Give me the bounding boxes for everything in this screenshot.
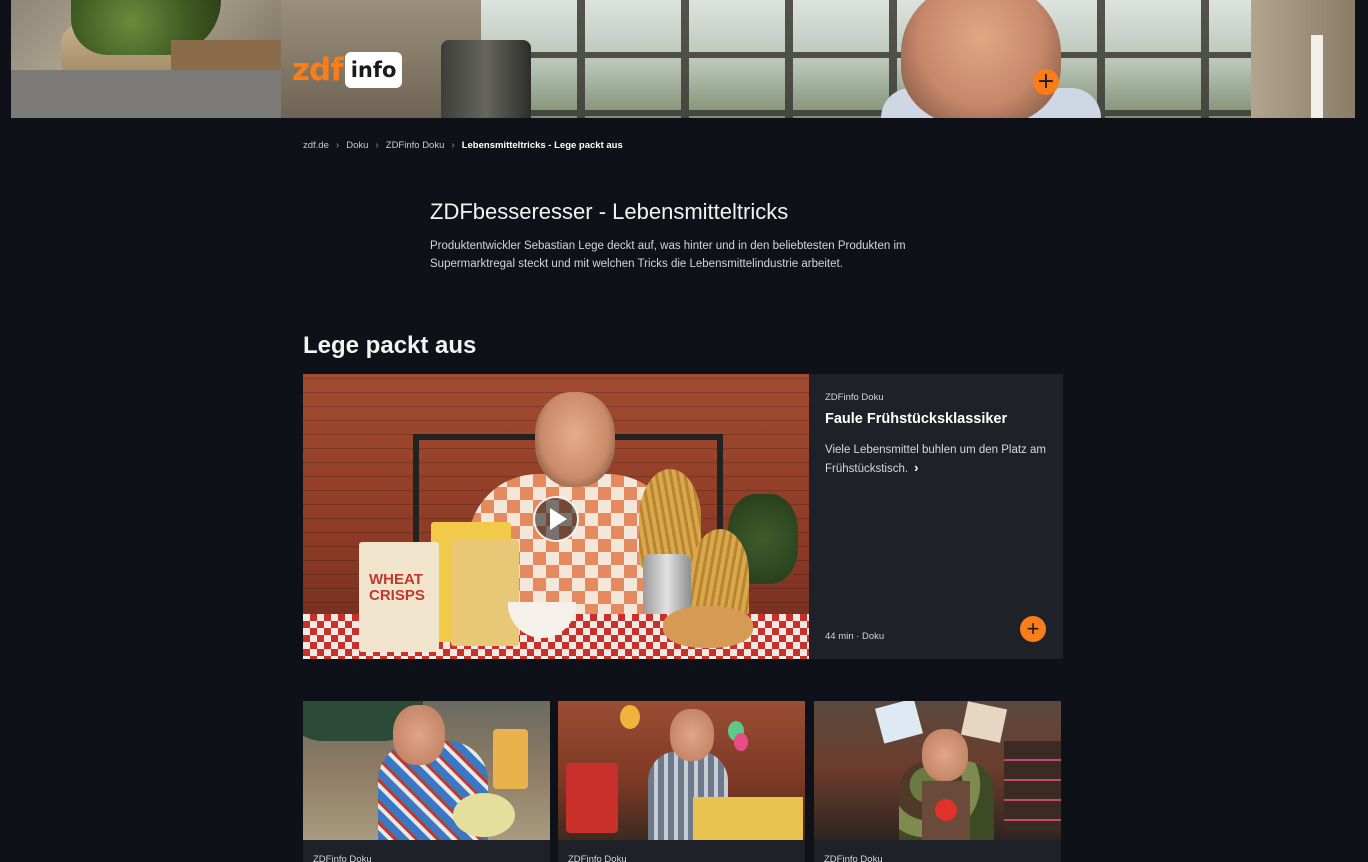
thumb-balloon	[620, 705, 640, 729]
cereal-box-text: WHEAT CRISPS	[369, 571, 425, 604]
episode-channel: ZDFinfo Doku	[313, 854, 372, 862]
thumb-tub	[493, 729, 528, 789]
episode-card[interactable]: ZDFinfo Doku	[558, 701, 805, 862]
episode-thumbnail[interactable]	[814, 701, 1061, 840]
thumb-cereal-box: WHEAT CRISPS	[359, 542, 439, 652]
play-icon	[550, 508, 567, 530]
chevron-right-icon: ›	[914, 460, 919, 475]
episode-card[interactable]: ZDFinfo Doku	[303, 701, 550, 862]
hero-image-presenter	[901, 0, 1061, 118]
plus-icon: +	[1026, 616, 1040, 641]
thumb-presenter-head	[535, 392, 615, 487]
breadcrumb-item-zdf[interactable]: zdf.de	[303, 140, 329, 151]
logo-zdf-text: zdf	[292, 52, 344, 88]
episode-channel: ZDFinfo Doku	[824, 854, 883, 862]
chevron-right-icon: ›	[451, 140, 455, 151]
hero-image-candle	[1311, 35, 1323, 118]
thumb-product	[453, 793, 515, 837]
hero-banner: +	[11, 0, 1355, 118]
featured-description-text: Viele Lebensmittel buhlen um den Platz a…	[825, 444, 1046, 475]
play-button[interactable]	[533, 496, 579, 542]
episode-card[interactable]: ZDFinfo Doku	[814, 701, 1061, 862]
breadcrumb-item-current: Lebensmitteltricks - Lege packt aus	[461, 140, 623, 151]
featured-channel: ZDFinfo Doku	[825, 392, 884, 403]
thumb-popcorn-machine	[566, 763, 618, 833]
page-description: Produktentwickler Sebastian Lege deckt a…	[430, 240, 906, 270]
breadcrumb-item-doku[interactable]: Doku	[346, 140, 368, 151]
thumb-flying-box	[875, 701, 923, 744]
hero-image-window-bars	[481, 0, 1281, 118]
thumb-shelf	[1004, 741, 1061, 831]
breadcrumb: zdf.de › Doku › ZDFinfo Doku › Lebensmit…	[303, 140, 623, 151]
thumb-presenter-head	[670, 709, 714, 761]
thumb-cereal-box-3	[451, 540, 519, 646]
episode-channel: ZDFinfo Doku	[568, 854, 627, 862]
thumb-presenter-head	[922, 729, 968, 781]
plus-icon: +	[1036, 69, 1056, 94]
page-title: ZDFbesseresser - Lebensmitteltricks	[430, 199, 789, 224]
thumb-flying-box	[960, 701, 1008, 743]
logo-info-text: info	[344, 52, 403, 88]
hero-image-counter	[11, 70, 281, 118]
chevron-right-icon: ›	[375, 140, 379, 151]
featured-thumbnail[interactable]: WHEAT CRISPS	[303, 374, 809, 659]
featured-info-panel: ZDFinfo Doku Faule Frühstücksklassiker V…	[809, 374, 1063, 659]
zdfinfo-logo[interactable]: zdf info	[292, 52, 403, 88]
breadcrumb-item-zdfinfo-doku[interactable]: ZDFinfo Doku	[386, 140, 445, 151]
thumb-snacks	[693, 797, 803, 840]
thumb-apron-badge	[935, 799, 957, 821]
featured-description[interactable]: Viele Lebensmittel buhlen um den Platz a…	[825, 441, 1047, 478]
featured-episode-card[interactable]: WHEAT CRISPS ZDFinfo Doku Faule Frühstüc…	[303, 374, 1063, 659]
thumb-bread	[663, 606, 753, 648]
featured-add-button[interactable]: +	[1020, 616, 1046, 642]
episode-thumbnail[interactable]	[303, 701, 550, 840]
featured-meta: 44 min · Doku	[825, 631, 885, 642]
thumb-balloon	[734, 733, 748, 751]
thumb-presenter-head	[393, 705, 445, 765]
hero-add-button[interactable]: +	[1033, 69, 1059, 95]
episode-thumbnail[interactable]	[558, 701, 805, 840]
hero-image-rightwall	[1251, 0, 1355, 118]
section-title: Lege packt aus	[303, 332, 477, 359]
page: + zdf info zdf.de › Doku › ZDFinfo Doku …	[0, 0, 1368, 862]
featured-title[interactable]: Faule Frühstücksklassiker	[825, 411, 1047, 427]
hero-image-canister	[441, 40, 531, 118]
chevron-right-icon: ›	[335, 140, 340, 151]
